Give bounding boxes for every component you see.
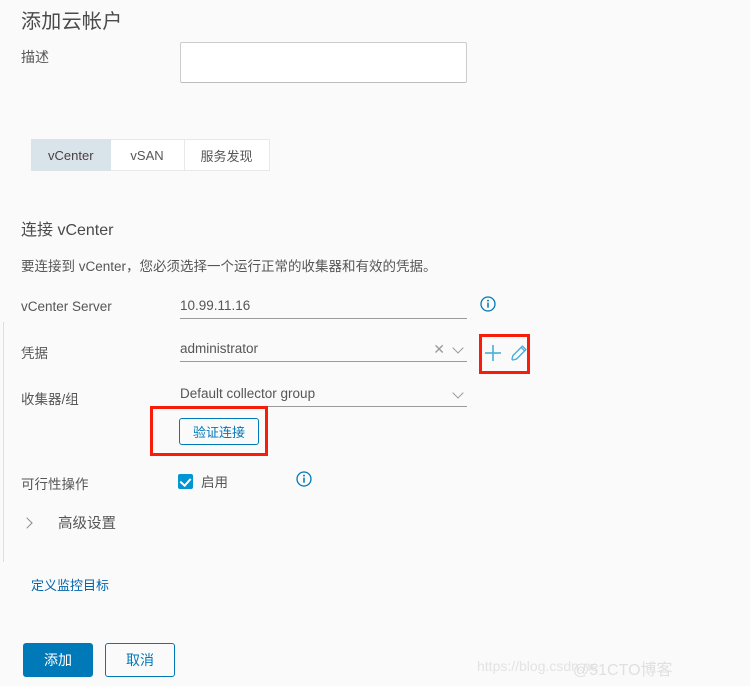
info-circle-icon[interactable] xyxy=(296,471,312,487)
credential-select[interactable]: administrator ✕ xyxy=(180,336,467,362)
close-icon[interactable]: ✕ xyxy=(433,342,445,356)
cancel-button[interactable]: 取消 xyxy=(105,643,175,677)
collector-group-value: Default collector group xyxy=(180,386,316,401)
tab-vsan-label: vSAN xyxy=(130,147,164,163)
tab-service-discovery-label: 服务发现 xyxy=(200,148,253,164)
credential-value: administrator xyxy=(180,341,259,356)
enable-actionable-checkbox[interactable] xyxy=(178,473,193,489)
tab-vcenter[interactable]: vCenter xyxy=(31,139,111,171)
watermark-brand: @51CTO博客 xyxy=(573,662,673,679)
add-cloud-account-dialog: 添加云帐户 描述 vCenter vSAN 服务发现 连接 vCenter 要连… xyxy=(0,0,750,686)
section-title: 连接 vCenter xyxy=(21,222,114,239)
validate-connection-button[interactable]: 验证连接 xyxy=(179,418,260,445)
advanced-settings-label: 高级设置 xyxy=(58,516,116,532)
pencil-icon[interactable] xyxy=(508,342,530,364)
info-circle-icon[interactable] xyxy=(480,296,496,312)
vcenter-server-value: 10.99.11.16 xyxy=(180,298,251,313)
chevron-down-icon[interactable] xyxy=(453,388,465,400)
actionable-label: 可行性操作 xyxy=(21,477,89,492)
left-rail-divider xyxy=(3,322,4,562)
section-description: 要连接到 vCenter，您必须选择一个运行正常的收集器和有效的凭据。 xyxy=(21,259,437,274)
tab-vsan[interactable]: vSAN xyxy=(110,139,185,171)
enable-actionable-label: 启用 xyxy=(201,475,228,490)
description-textarea[interactable] xyxy=(180,42,467,83)
enable-actionable-checkbox-wrap[interactable]: 启用 xyxy=(178,471,228,491)
collector-group-label: 收集器/组 xyxy=(21,392,79,407)
tab-service-discovery[interactable]: 服务发现 xyxy=(184,139,270,171)
vcenter-server-label: vCenter Server xyxy=(21,299,112,314)
vcenter-server-input[interactable]: 10.99.11.16 xyxy=(180,293,467,319)
define-monitoring-targets-link[interactable]: 定义监控目标 xyxy=(31,575,109,594)
chevron-down-icon[interactable] xyxy=(453,343,465,355)
collector-group-select[interactable]: Default collector group xyxy=(180,381,467,407)
tab-vcenter-label: vCenter xyxy=(48,147,94,163)
chevron-right-icon xyxy=(21,517,33,529)
description-label: 描述 xyxy=(21,49,49,65)
plus-icon[interactable] xyxy=(482,342,504,364)
page-title: 添加云帐户 xyxy=(21,11,123,33)
account-type-tabs: vCenter vSAN 服务发现 xyxy=(31,139,270,171)
credential-label: 凭据 xyxy=(21,346,48,361)
add-button[interactable]: 添加 xyxy=(23,643,93,677)
advanced-settings-toggle[interactable]: 高级设置 xyxy=(21,512,116,533)
